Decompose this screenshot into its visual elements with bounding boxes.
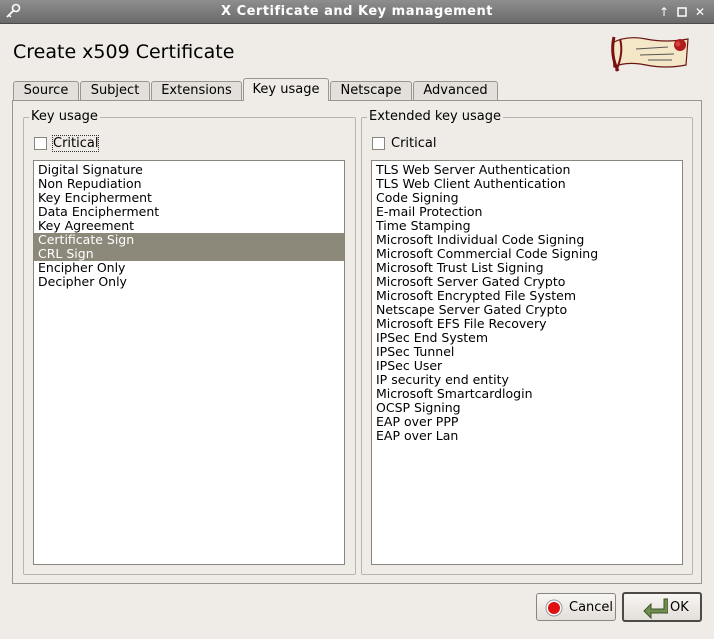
extended-key-usage-list[interactable]: TLS Web Server Authentication TLS Web Cl… [371,160,683,565]
list-item[interactable]: Key Agreement [34,219,344,233]
list-item[interactable]: EAP over Lan [372,429,682,443]
stop-icon [545,599,563,617]
list-item[interactable]: TLS Web Server Authentication [372,163,682,177]
list-item[interactable]: IPSec Tunnel [372,345,682,359]
extended-key-usage-title: Extended key usage [367,109,503,124]
list-item[interactable]: IPSec End System [372,331,682,345]
list-item[interactable]: Data Encipherment [34,205,344,219]
page-title: Create x509 Certificate [13,41,235,63]
key-usage-critical-checkbox[interactable]: Critical [34,135,154,152]
checkbox-box[interactable] [372,137,385,150]
list-item[interactable]: Microsoft Smartcardlogin [372,387,682,401]
list-item[interactable]: Encipher Only [34,261,344,275]
list-item[interactable]: Code Signing [372,191,682,205]
list-item[interactable]: Non Repudiation [34,177,344,191]
key-usage-group: Key usage Critical Digital Signature Non… [23,109,356,575]
list-item[interactable]: Digital Signature [34,163,344,177]
tab-extensions[interactable]: Extensions [151,81,242,100]
extended-critical-checkbox[interactable]: Critical [372,136,492,152]
cancel-label: Cancel [569,600,614,615]
maximize-icon[interactable] [674,4,690,20]
tab-advanced[interactable]: Advanced [413,81,498,100]
key-usage-title: Key usage [29,109,100,124]
xca-logo-icon [611,36,689,72]
tab-netscape[interactable]: Netscape [330,81,412,100]
ok-button[interactable]: OK [622,592,702,622]
list-item[interactable]: Netscape Server Gated Crypto [372,303,682,317]
list-item[interactable]: TLS Web Client Authentication [372,177,682,191]
critical-label: Critical [391,136,437,151]
list-item[interactable]: Time Stamping [372,219,682,233]
enter-arrow-icon [643,598,668,619]
key-usage-panel: Key usage Critical Digital Signature Non… [12,100,702,584]
list-item[interactable]: OCSP Signing [372,401,682,415]
extended-key-usage-group: Extended key usage Critical TLS Web Serv… [361,109,693,575]
list-item[interactable]: Microsoft EFS File Recovery [372,317,682,331]
cancel-button[interactable]: Cancel [536,593,616,621]
list-item[interactable]: IP security end entity [372,373,682,387]
window-title: X Certificate and Key management [221,4,493,19]
critical-label: Critical [51,135,100,152]
title-bar: X Certificate and Key management ↑ ✕ [0,0,714,24]
arrow-up-icon[interactable]: ↑ [656,4,672,20]
list-item-selected[interactable]: Certificate Sign [34,233,344,247]
ok-label: OK [670,600,689,615]
close-icon[interactable]: ✕ [692,4,708,20]
list-item[interactable]: Microsoft Server Gated Crypto [372,275,682,289]
checkbox-box[interactable] [34,137,47,150]
tab-source[interactable]: Source [13,81,79,100]
list-item-selected[interactable]: CRL Sign [34,247,344,261]
list-item[interactable]: Decipher Only [34,275,344,289]
tab-key-usage[interactable]: Key usage [243,78,329,101]
tab-subject[interactable]: Subject [80,81,150,100]
list-item[interactable]: IPSec User [372,359,682,373]
list-item[interactable]: Key Encipherment [34,191,344,205]
list-item[interactable]: Microsoft Encrypted File System [372,289,682,303]
key-usage-list[interactable]: Digital Signature Non Repudiation Key En… [33,160,345,565]
list-item[interactable]: E-mail Protection [372,205,682,219]
list-item[interactable]: EAP over PPP [372,415,682,429]
list-item[interactable]: Microsoft Trust List Signing [372,261,682,275]
list-item[interactable]: Microsoft Commercial Code Signing [372,247,682,261]
list-item[interactable]: Microsoft Individual Code Signing [372,233,682,247]
